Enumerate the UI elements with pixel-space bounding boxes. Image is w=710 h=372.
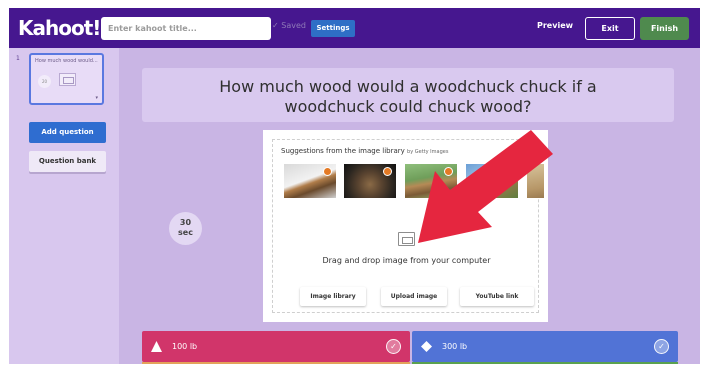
question-thumbnail[interactable]: How much wood would... 20 ▾ xyxy=(29,53,104,105)
answer-1-text: 100 lb xyxy=(172,342,198,351)
image-placeholder-icon xyxy=(59,73,76,86)
diamond-icon xyxy=(421,341,432,352)
check-icon: ✓ xyxy=(272,21,279,30)
top-bar: Kahoot! Enter kahoot title... Settings ✓… xyxy=(9,8,700,48)
kahoot-title-input[interactable]: Enter kahoot title... Settings xyxy=(101,17,355,40)
settings-button[interactable]: Settings xyxy=(311,20,355,37)
getty-badge-icon xyxy=(323,167,332,176)
answer-option-3-edge xyxy=(142,362,410,364)
saved-status: ✓ Saved xyxy=(272,21,306,30)
chevron-down-icon[interactable]: ▾ xyxy=(95,95,98,101)
image-drop-zone[interactable]: Suggestions from the image library by Ge… xyxy=(272,139,544,313)
youtube-link-button[interactable]: YouTube link xyxy=(460,287,534,306)
correct-answer-toggle[interactable]: ✓ xyxy=(386,339,401,354)
suggested-image-4[interactable] xyxy=(466,164,518,198)
question-number: 1 xyxy=(16,55,20,62)
thumbnail-title: How much wood would... xyxy=(35,58,98,64)
time-limit-unit: sec xyxy=(178,228,193,237)
correct-answer-toggle[interactable]: ✓ xyxy=(654,339,669,354)
question-sidebar: 1 How much wood would... 20 ▾ Add questi… xyxy=(9,48,119,364)
suggested-image-5[interactable] xyxy=(527,164,544,198)
image-library-button[interactable]: Image library xyxy=(300,287,366,306)
time-limit-button[interactable]: 30 sec xyxy=(169,212,202,245)
exit-button[interactable]: Exit xyxy=(585,17,635,40)
drop-instructions: Drag and drop image from your computer xyxy=(322,256,491,265)
triangle-icon xyxy=(151,341,162,352)
getty-badge-icon xyxy=(444,167,453,176)
question-text: How much wood would a woodchuck chuck if… xyxy=(142,77,674,117)
suggestions-title: Suggestions from the image library by Ge… xyxy=(281,147,448,155)
media-panel: Suggestions from the image library by Ge… xyxy=(263,130,548,322)
question-text-line-2: woodchuck could chuck wood? xyxy=(284,97,532,116)
preview-button[interactable]: Preview xyxy=(537,21,573,30)
suggestions-title-text: Suggestions from the image library xyxy=(281,147,405,155)
thumbnail-timer: 20 xyxy=(38,75,51,88)
finish-button[interactable]: Finish xyxy=(640,17,689,40)
suggested-image-3[interactable] xyxy=(405,164,457,198)
answer-option-4-edge xyxy=(412,362,678,364)
suggested-image-1[interactable] xyxy=(284,164,336,198)
saved-label: Saved xyxy=(281,21,306,30)
add-question-button[interactable]: Add question xyxy=(29,122,106,143)
answer-option-2[interactable]: 300 lb ✓ xyxy=(412,331,678,362)
question-input[interactable]: How much wood would a woodchuck chuck if… xyxy=(142,68,674,122)
question-text-line-1: How much wood would a woodchuck chuck if… xyxy=(219,77,597,96)
getty-badge-icon xyxy=(505,167,514,176)
getty-badge-icon xyxy=(383,167,392,176)
suggested-images xyxy=(284,164,544,198)
answer-option-1[interactable]: 100 lb ✓ xyxy=(142,331,410,362)
suggestions-source: by Getty Images xyxy=(407,149,449,155)
suggested-image-2[interactable] xyxy=(344,164,396,198)
question-bank-button[interactable]: Question bank xyxy=(29,151,106,172)
upload-image-button[interactable]: Upload image xyxy=(381,287,447,306)
answer-2-text: 300 lb xyxy=(442,342,468,351)
kahoot-editor: Kahoot! Enter kahoot title... Settings ✓… xyxy=(9,8,700,364)
time-limit-value: 30 xyxy=(179,218,192,227)
image-icon xyxy=(398,232,415,246)
kahoot-logo: Kahoot! xyxy=(18,16,101,40)
title-placeholder: Enter kahoot title... xyxy=(108,24,197,33)
